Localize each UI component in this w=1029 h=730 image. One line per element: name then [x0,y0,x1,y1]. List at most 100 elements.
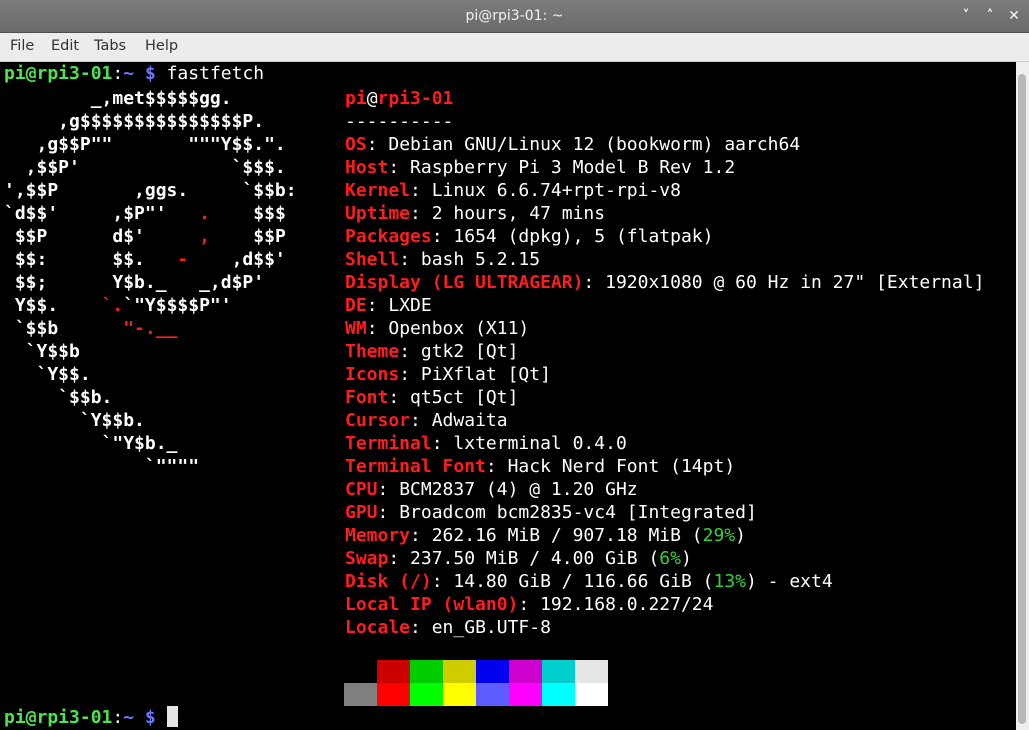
logo-line: ,g$$$$$$$$$$$$$$$P. [4,110,264,133]
logo-line: $$: $$. - ,d$$' [4,248,286,271]
logo-text: `$$b. [4,387,113,408]
info-row: Font: qt5ct [Qt] [345,386,518,409]
info-key: Host [345,157,389,178]
info-value: en_GB.UTF-8 [431,617,551,638]
color-swatch [377,683,410,706]
info-colon: : [366,318,389,339]
logo-text: $$; Y$b._ _,d$P' [4,272,265,293]
info-colon: : [410,617,432,638]
info-value: 1920x1080 @ 60 Hz in 27" [External] [605,272,985,293]
logo-line: `"""" [4,455,199,478]
info-key: Uptime [345,203,411,224]
prompt-symbol: $ [144,707,156,728]
info-key: Memory [345,525,411,546]
info-key: Cursor [345,410,411,431]
info-value: Hack Nerd Font (14pt) [507,456,736,477]
logo-text: `Y$$b. [4,410,145,431]
color-swatch [542,660,575,683]
menu-tabs[interactable]: Tabs [94,33,126,59]
logo-line: ',$$P ,ggs. `$$b: [4,179,297,202]
info-colon: : [431,571,454,592]
info-row: Icons: PiXflat [Qt] [345,363,551,386]
info-row: Locale: en_GB.UTF-8 [345,616,551,639]
info-value: Debian GNU/Linux 12 (bookworm) aarch64 [388,134,801,155]
window-title: pi@rpi3-01: ~ [465,8,564,24]
logo-line: $$P d$' , $$P [4,225,286,248]
info-colon: : [399,341,421,362]
info-value: Adwaita [431,410,508,431]
info-key: Packages [345,226,432,247]
title-bar[interactable]: pi@rpi3-01: ~ ˅ ˄ ✕ [0,0,1029,33]
info-key: GPU [345,502,378,523]
logo-line: `Y$$b. [4,409,145,432]
info-row: Swap: 237.50 MiB / 4.00 GiB (6%) [345,547,692,570]
info-value: Raspberry Pi 3 Model B Rev 1.2 [410,157,736,178]
info-colon: : [485,456,508,477]
logo-line: _,met$$$$$gg. [4,87,232,110]
maximize-icon[interactable]: ˄ [980,6,1000,26]
logo-text: `"""" [4,456,200,477]
scrollbar-thumb[interactable] [1018,74,1026,724]
info-key: OS [345,134,367,155]
info-row: Packages: 1654 (dpkg), 5 (flatpak) [345,225,713,248]
logo-line: ,g$$P"" """Y$$.". [4,133,286,156]
logo-line: $$; Y$b._ _,d$P' [4,271,264,294]
info-value: Broadcom bcm2835-vc4 [Integrated] [399,502,757,523]
info-colon: : [377,502,400,523]
color-swatch [476,660,509,683]
color-swatch [575,683,608,706]
logo-line: `$$b. [4,386,112,409]
logo-text: ,d$$' [188,249,286,270]
info-colon: : [410,525,432,546]
info-key: Display (LG ULTRAGEAR) [345,272,584,293]
info-key: Font [345,387,389,408]
logo-text: `"Y$b._ [4,433,178,454]
info-value: 262.16 MiB / 907.18 MiB ( [431,525,703,546]
info-row: GPU: Broadcom bcm2835-vc4 [Integrated] [345,501,757,524]
logo-accent: . [199,203,210,224]
color-swatch [509,683,542,706]
info-value: Linux 6.6.74+rpt-rpi-v8 [431,180,681,201]
logo-text: `Y$$b [4,341,80,362]
info-value: Openbox (X11) [388,318,530,339]
logo-text: ,$$P' `$$$. [4,157,286,178]
color-swatch [377,660,410,683]
info-colon: : [431,433,454,454]
info-value-tail: ) [680,548,692,569]
logo-text: $$P d$' [4,226,200,247]
info-value: lxterminal 0.4.0 [453,433,627,454]
close-icon[interactable]: ✕ [1004,6,1024,26]
logo-line: `Y$$. [4,363,91,386]
prompt-line: pi@rpi3-01:~ $ [4,706,178,729]
minimize-icon[interactable]: ˅ [956,6,976,26]
info-key: Swap [345,548,389,569]
info-key: Terminal [345,433,432,454]
logo-line: `"Y$b._ [4,432,178,455]
info-value: 14.80 GiB / 116.66 GiB ( [453,571,714,592]
info-value: 192.168.0.227/24 [540,594,714,615]
terminal-output[interactable]: pi@rpi3-01:~ $ fastfetch _,met$$$$$gg. ,… [0,62,1016,730]
color-swatch [443,683,476,706]
info-row: Kernel: Linux 6.6.74+rpt-rpi-v8 [345,179,681,202]
info-key: Icons [345,364,400,385]
menu-file[interactable]: File [10,33,34,59]
logo-text: ,g$$P"" """Y$$.". [4,134,286,155]
info-key: Kernel [345,180,411,201]
info-host: rpi3-01 [377,88,454,109]
info-colon: : [583,272,606,293]
logo-accent: `. [101,295,124,316]
prompt-user-host: pi@rpi3-01 [4,63,113,84]
info-colon: : [518,594,541,615]
info-value: gtk2 [Qt] [420,341,519,362]
info-percent: 13% [713,571,746,592]
menu-edit[interactable]: Edit [51,33,79,59]
info-colon: : [366,295,389,316]
menu-bar: File Edit Tabs Help [0,33,1029,62]
info-row: WM: Openbox (X11) [345,317,529,340]
color-swatch [344,683,377,706]
info-key: CPU [345,479,378,500]
menu-help[interactable]: Help [145,33,178,59]
logo-accent: - [177,249,189,270]
prompt-colon: : [112,707,124,728]
prompt-path: ~ [123,63,135,84]
